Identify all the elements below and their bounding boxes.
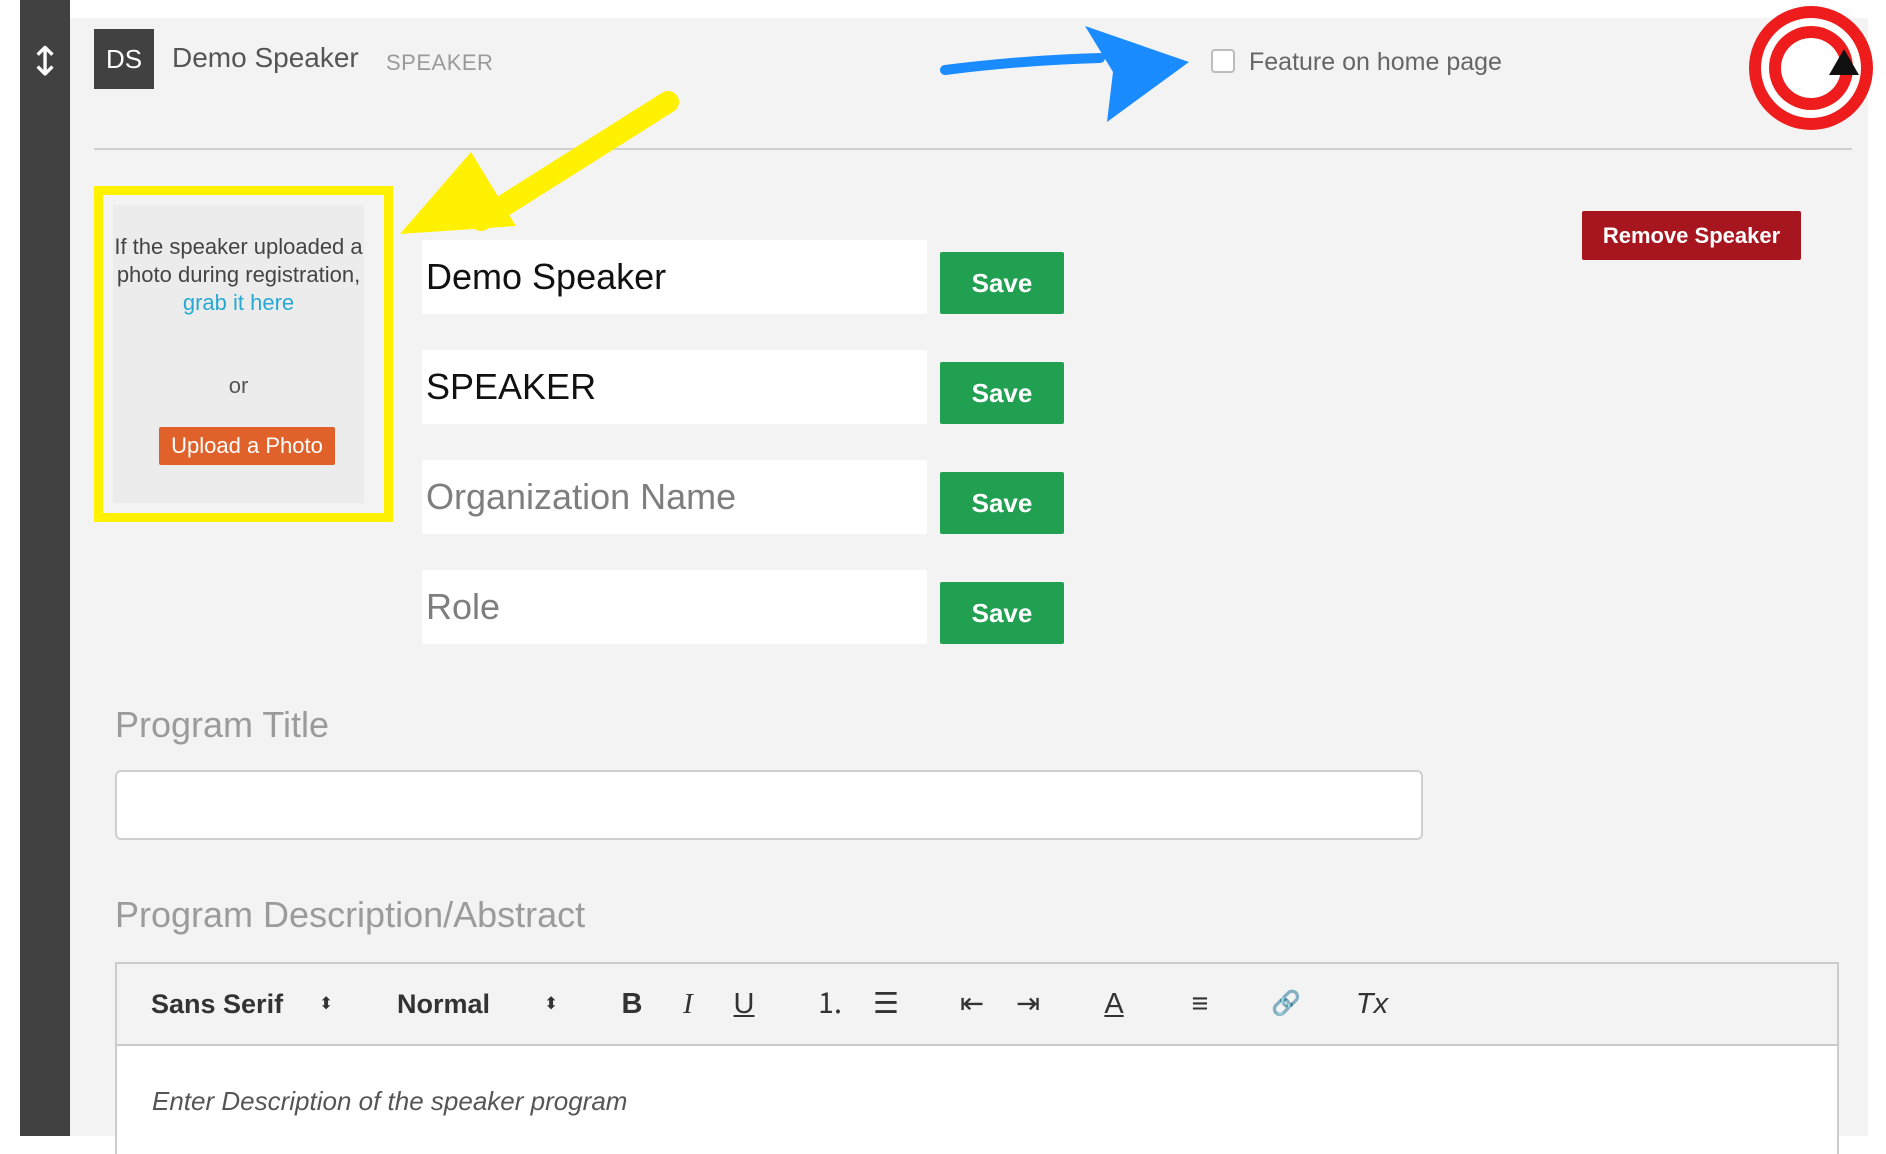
photo-help-text: If the speaker uploaded a photo during r…	[113, 233, 364, 317]
text-color-icon[interactable]: A	[1094, 982, 1134, 1026]
save-title-button[interactable]: Save	[940, 362, 1064, 424]
feature-home-label: Feature on home page	[1249, 48, 1502, 76]
avatar: DS	[94, 29, 154, 89]
align-icon[interactable]: ≡	[1180, 982, 1220, 1026]
speaker-name-field[interactable]	[422, 240, 927, 314]
speaker-name-heading: Demo Speaker	[172, 42, 359, 73]
font-select-caret-icon[interactable]: ⬍	[319, 986, 333, 1022]
size-select-caret-icon[interactable]: ⬍	[544, 986, 558, 1022]
editor-toolbar: Sans Serif ⬍ Normal ⬍ B I U ⒈ ☰ ⇤ ⇥ A ≡ …	[117, 964, 1837, 1046]
bold-icon[interactable]: B	[612, 982, 652, 1026]
save-role-button[interactable]: Save	[940, 582, 1064, 644]
organization-name-field[interactable]	[422, 460, 927, 534]
grab-photo-link[interactable]: grab it here	[113, 289, 364, 317]
triangle-up-icon[interactable]	[1819, 37, 1869, 87]
photo-help-message: If the speaker uploaded a photo during r…	[114, 234, 363, 287]
link-icon[interactable]: 🔗	[1266, 982, 1306, 1026]
program-title-input[interactable]	[115, 770, 1423, 840]
program-description-label: Program Description/Abstract	[115, 894, 586, 935]
collapse-button[interactable]	[1819, 37, 1869, 87]
drag-handle-icon[interactable]: ↕	[20, 40, 70, 84]
photo-upload-highlight: If the speaker uploaded a photo during r…	[94, 186, 393, 522]
program-title-label: Program Title	[115, 704, 330, 745]
italic-icon[interactable]: I	[668, 982, 708, 1026]
photo-upload-box: If the speaker uploaded a photo during r…	[113, 205, 364, 503]
speaker-title-field[interactable]	[422, 350, 927, 424]
role-field[interactable]	[422, 570, 927, 644]
annotation-yellow-arrow-icon	[400, 91, 679, 234]
upload-photo-button[interactable]: Upload a Photo	[159, 427, 335, 465]
ordered-list-icon[interactable]: ⒈	[810, 982, 850, 1026]
size-select[interactable]: Normal	[397, 986, 490, 1022]
drag-handle-bar[interactable]: ↕	[20, 0, 70, 1136]
underline-icon[interactable]: U	[724, 982, 764, 1026]
annotation-blue-arrow-icon	[940, 26, 1189, 122]
description-editor: Sans Serif ⬍ Normal ⬍ B I U ⒈ ☰ ⇤ ⇥ A ≡ …	[115, 962, 1839, 1154]
speaker-panel: DS Demo Speaker SPEAKER Feature on home …	[70, 6, 1873, 1154]
header-divider	[94, 148, 1852, 150]
outdent-icon[interactable]: ⇤	[952, 982, 992, 1026]
clear-format-icon[interactable]: Tx	[1352, 982, 1392, 1026]
remove-speaker-button[interactable]: Remove Speaker	[1582, 211, 1801, 260]
indent-icon[interactable]: ⇥	[1008, 982, 1048, 1026]
speaker-role-heading: SPEAKER	[386, 50, 494, 75]
bullet-list-icon[interactable]: ☰	[866, 982, 906, 1026]
description-placeholder[interactable]: Enter Description of the speaker program	[152, 1086, 627, 1117]
feature-home-checkbox[interactable]	[1211, 49, 1235, 73]
font-select[interactable]: Sans Serif	[151, 986, 283, 1022]
save-organization-button[interactable]: Save	[940, 472, 1064, 534]
photo-or-text: or	[228, 373, 249, 398]
save-name-button[interactable]: Save	[940, 252, 1064, 314]
